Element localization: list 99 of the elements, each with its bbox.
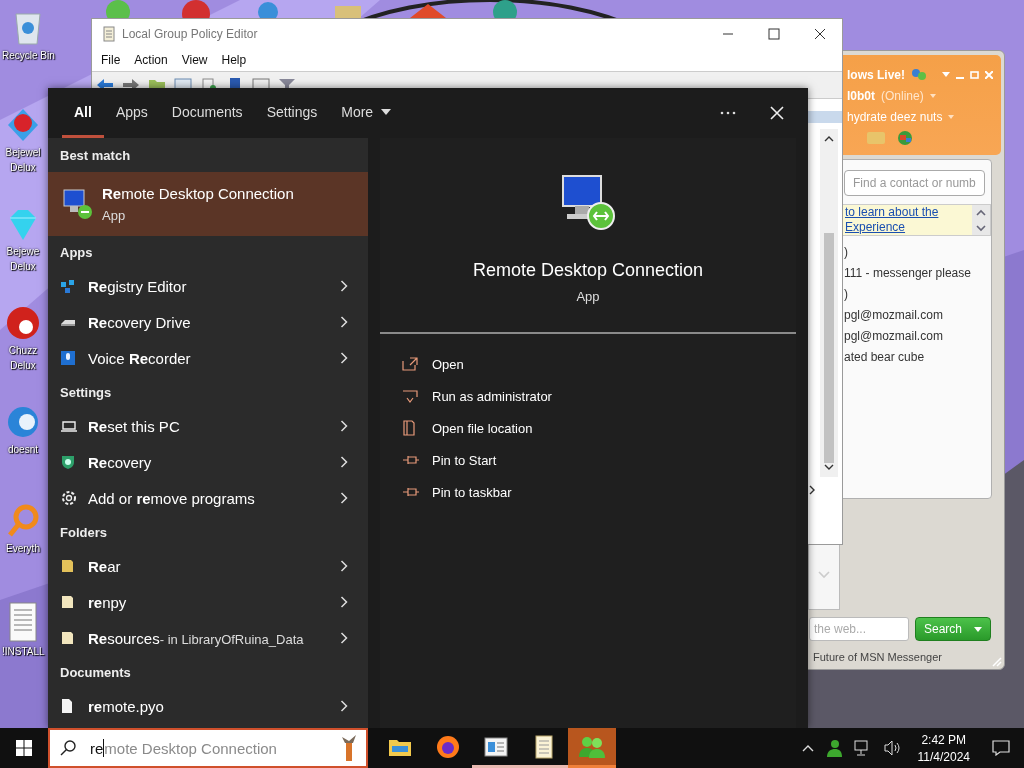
- window-title: Local Group Policy Editor: [122, 27, 258, 41]
- folder-icon: [60, 630, 74, 646]
- menu-item[interactable]: File: [101, 53, 121, 67]
- more-options-icon[interactable]: [720, 111, 736, 115]
- scroll-up-icon[interactable]: [824, 135, 834, 143]
- chevron-icon: [340, 456, 348, 468]
- console-icon: [484, 736, 508, 757]
- learn-more-link[interactable]: Experience: [845, 220, 972, 235]
- file-icon: [402, 420, 416, 436]
- chevron-icon: [340, 700, 348, 712]
- bird-icon: [6, 404, 40, 440]
- file-icon: [60, 698, 74, 714]
- chevron-icon: [340, 632, 348, 644]
- result-item[interactable]: Registry Editor: [48, 268, 368, 304]
- butterfly-icon: [911, 68, 927, 82]
- microphone-icon: [60, 350, 76, 366]
- scroll-down-icon[interactable]: [824, 463, 834, 471]
- chevron-icon: [340, 352, 348, 364]
- caret-icon[interactable]: [974, 626, 982, 632]
- chevron-icon: [340, 492, 348, 504]
- notification-icon[interactable]: [992, 740, 1010, 756]
- context-command[interactable]: Pin to Start: [402, 444, 796, 476]
- close-icon[interactable]: [814, 28, 826, 40]
- chevron-icon: [340, 280, 348, 292]
- windows-logo-icon: [16, 740, 32, 756]
- chevron-icon: [340, 420, 348, 432]
- contact-entry[interactable]: ): [844, 284, 985, 305]
- app-type: App: [102, 208, 127, 223]
- person-icon[interactable]: [825, 739, 842, 757]
- result-item[interactable]: Rear: [48, 548, 368, 584]
- icon-label[interactable]: !INSTALL: [2, 644, 45, 659]
- contact-entry[interactable]: pgl@mozmail.com: [844, 326, 985, 347]
- context-command[interactable]: Open: [402, 348, 796, 380]
- gear-icon: [60, 489, 78, 507]
- filter-tab[interactable]: Settings: [254, 88, 330, 138]
- app-type: App: [576, 289, 600, 304]
- document-icon: [8, 602, 39, 642]
- registry-icon: [60, 278, 76, 294]
- contact-entry[interactable]: ated bear cube: [844, 347, 985, 368]
- menu-item[interactable]: Help: [221, 53, 247, 67]
- monitor-icon: [60, 188, 94, 220]
- user-name: l0b0t: [847, 89, 875, 103]
- result-item[interactable]: remote.pyo: [48, 688, 368, 724]
- section-heading: Apps: [59, 243, 94, 262]
- result-item[interactable]: Voice Recorder: [48, 340, 368, 376]
- scroll-icon: [533, 734, 555, 759]
- chevron-icon: [340, 560, 348, 572]
- magnifier-icon: [6, 503, 40, 539]
- section-heading: Documents: [59, 663, 132, 682]
- open-icon: [402, 357, 418, 371]
- chevron-icon: [340, 596, 348, 608]
- context-command[interactable]: Pin to taskbar: [402, 476, 796, 508]
- result-item[interactable]: Reset this PC: [48, 408, 368, 444]
- contact-entry[interactable]: 111 - messenger please: [844, 263, 985, 284]
- firefox-icon: [436, 734, 460, 759]
- fuzzball-icon: [6, 305, 40, 341]
- search-icon: [60, 740, 76, 756]
- section-heading: Settings: [59, 383, 113, 402]
- chevron-icon: [340, 316, 348, 328]
- scroll-right-icon[interactable]: [808, 485, 816, 495]
- clock[interactable]: 2:42 PM 11/4/2024: [907, 732, 980, 764]
- contact-entry[interactable]: ): [844, 242, 985, 263]
- pin-icon: [402, 486, 420, 498]
- best-match-item[interactable]: Remote Desktop Connection App: [48, 172, 368, 236]
- contact-entry[interactable]: pgl@mozmail.com: [844, 305, 985, 326]
- gem-icon: [6, 107, 40, 143]
- context-command[interactable]: Open file location: [402, 412, 796, 444]
- filter-tab[interactable]: More: [329, 88, 404, 138]
- result-item[interactable]: Recovery: [48, 444, 368, 480]
- section-heading: Folders: [59, 523, 108, 542]
- result-item[interactable]: Resources- in LibraryOfRuina_Data: [48, 620, 368, 656]
- folder-icon: [60, 594, 74, 610]
- chevron-up-icon[interactable]: [801, 744, 814, 752]
- scroll-icon: [102, 26, 116, 42]
- folder-icon: [60, 558, 74, 574]
- search-field[interactable]: remote Desktop Connection: [48, 728, 368, 768]
- learn-more-link[interactable]: to learn about the: [845, 205, 972, 220]
- volume-icon[interactable]: [883, 740, 902, 756]
- menu-item[interactable]: View: [181, 53, 208, 67]
- pin-icon: [402, 454, 420, 466]
- maximize-icon[interactable]: [768, 28, 780, 40]
- result-item[interactable]: Add or remove programs: [48, 480, 368, 516]
- menu-item[interactable]: Action: [134, 53, 168, 67]
- window-title: lows Live!: [847, 68, 905, 82]
- result-item[interactable]: Recovery Drive: [48, 304, 368, 340]
- app-name: Remote Desktop Connection: [102, 185, 294, 202]
- scrollbar[interactable]: [820, 129, 838, 477]
- desktop-icon[interactable]: [493, 0, 517, 18]
- app-title: Remote Desktop Connection: [472, 260, 704, 281]
- section-heading: Best match: [59, 146, 132, 165]
- result-item[interactable]: renpy: [48, 584, 368, 620]
- resize-grip-icon[interactable]: [990, 655, 1002, 667]
- laptop-icon: [60, 418, 78, 434]
- footer-link[interactable]: Future of MSN Messenger: [813, 651, 942, 663]
- filter-tab[interactable]: Documents: [159, 88, 255, 138]
- people-icon: [578, 734, 606, 759]
- filter-tab[interactable]: Apps: [103, 88, 160, 138]
- context-command[interactable]: Run as administrator: [402, 380, 796, 412]
- caret-icon: [381, 108, 392, 115]
